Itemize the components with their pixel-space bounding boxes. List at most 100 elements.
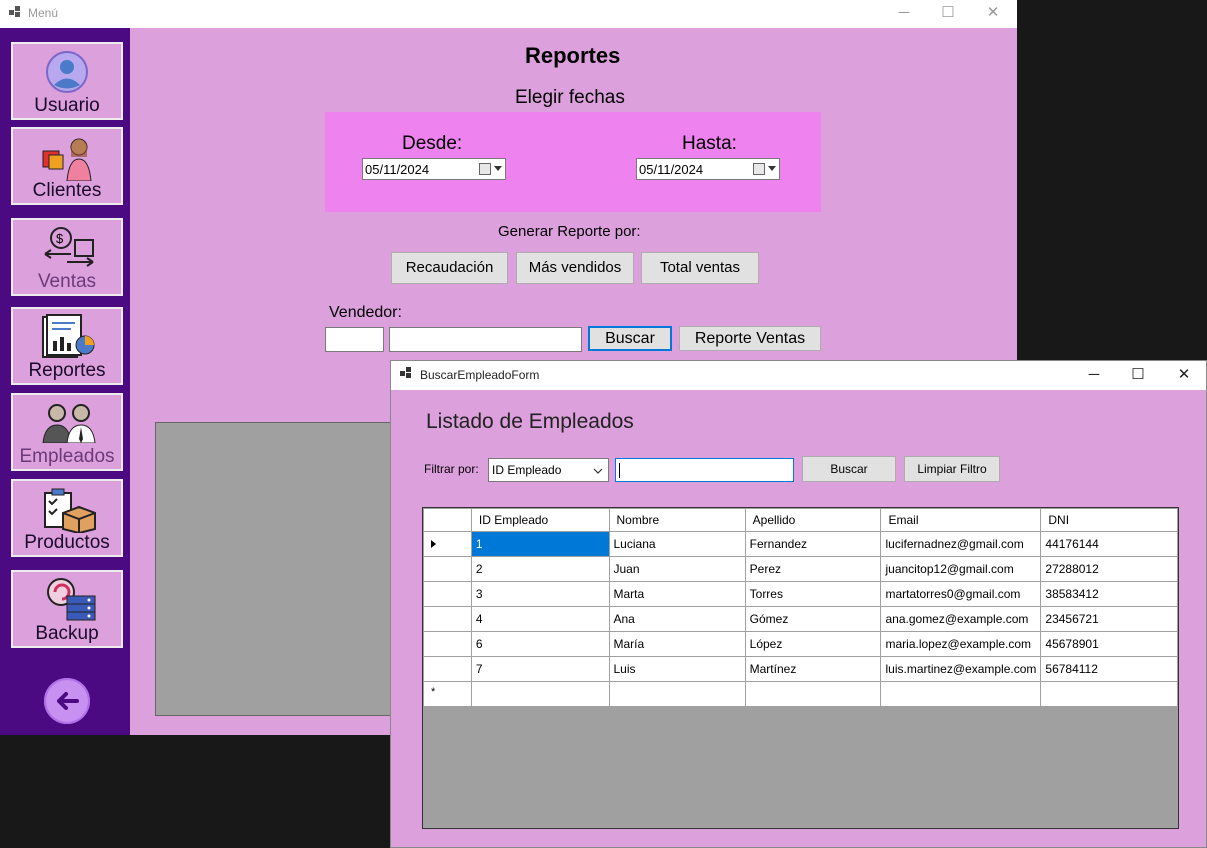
vendedor-id-field[interactable] [325,327,384,352]
table-row[interactable]: 7 Luis Martínez luis.martinez@example.com 56… [423,656,1178,682]
table-cell[interactable]: Fernandez [744,531,882,557]
row-header[interactable] [423,631,472,657]
table-cell[interactable]: 7 [470,656,610,682]
column-header[interactable]: Apellido [744,508,882,532]
table-row[interactable]: 3 Marta Torres martatorres0@gmail.com 385834… [423,581,1178,607]
table-cell[interactable]: 1 [470,531,610,557]
hasta-label: Hasta: [682,133,737,154]
table-cell[interactable]: 3 [470,581,610,607]
employees-icon [42,404,96,443]
hasta-date-picker[interactable]: 05/11/2024 [636,158,780,180]
sidebar-item-productos[interactable]: Productos [11,479,123,557]
maximize-button[interactable]: ☐ [925,2,971,24]
table-row[interactable]: 4 Ana Gómez ana.gomez@example.com 23456721 [423,606,1178,632]
close-button[interactable]: ✕ [1161,364,1207,386]
table-cell[interactable]: ana.gomez@example.com [880,606,1042,632]
table-cell[interactable] [744,681,882,707]
limpiar-filtro-button[interactable]: Limpiar Filtro [904,456,1000,482]
table-cell[interactable]: Luis [608,656,746,682]
table-cell[interactable]: lucifernadnez@gmail.com [880,531,1042,557]
sidebar-item-reportes[interactable]: Reportes [11,307,123,385]
table-cell[interactable]: María [608,631,746,657]
table-cell[interactable]: Perez [744,556,882,582]
buscar-button[interactable]: Buscar [802,456,896,482]
table-cell[interactable]: 2 [470,556,610,582]
mas-vendidos-button[interactable]: Más vendidos [516,252,634,284]
table-cell[interactable]: 6 [470,631,610,657]
row-header[interactable] [423,531,472,557]
filter-select[interactable]: ID Empleado [488,458,609,482]
table-cell[interactable]: 23456721 [1040,606,1178,632]
table-cell[interactable]: luis.martinez@example.com [880,656,1042,682]
table-cell[interactable]: 56784112 [1040,656,1178,682]
desde-date-picker[interactable]: 05/11/2024 [362,158,506,180]
buscar-vendedor-button[interactable]: Buscar [588,326,672,351]
row-header-corner [423,508,472,532]
column-header[interactable]: Nombre [608,508,746,532]
table-cell[interactable] [880,681,1042,707]
sidebar-item-empleados[interactable]: Empleados [11,393,123,471]
vendedor-nombre-field[interactable] [389,327,582,352]
table-cell[interactable]: Ana [608,606,746,632]
table-cell[interactable]: 45678901 [1040,631,1178,657]
desde-date-value: 05/11/2024 [365,162,430,177]
sidebar-item-ventas[interactable]: $ Ventas [11,218,123,296]
sidebar-item-backup[interactable]: Backup [11,570,123,648]
sidebar-item-clientes[interactable]: Clientes [11,127,123,205]
column-header[interactable]: ID Empleado [470,508,610,532]
backup-icon [47,578,96,621]
back-button[interactable] [44,678,90,724]
row-header[interactable] [423,656,472,682]
sidebar-item-label: Usuario [34,95,100,116]
table-cell[interactable]: Juan [608,556,746,582]
row-header[interactable]: * [423,681,472,707]
table-cell[interactable]: Martínez [744,656,882,682]
table-cell[interactable] [1040,681,1178,707]
header-row: ID Empleado Nombre Apellido Email DNI [423,508,1178,532]
column-header[interactable]: DNI [1040,508,1178,532]
recaudacion-button[interactable]: Recaudación [391,252,508,284]
maximize-button[interactable]: ☐ [1115,364,1161,386]
row-header[interactable] [423,581,472,607]
table-cell[interactable]: 44176144 [1040,531,1178,557]
row-header[interactable] [423,556,472,582]
table-cell[interactable]: juancitop12@gmail.com [880,556,1042,582]
table-row[interactable]: 1 Luciana Fernandez lucifernadnez@gmail.com… [423,531,1178,557]
vendedor-label: Vendedor: [329,304,402,321]
search-input[interactable] [615,458,794,482]
sidebar-item-label: Backup [35,623,99,644]
column-header[interactable]: Email [880,508,1042,532]
filter-label: Filtrar por: [424,462,479,476]
reporte-ventas-button[interactable]: Reporte Ventas [679,326,821,351]
table-cell[interactable]: Gómez [744,606,882,632]
table-cell[interactable]: López [744,631,882,657]
chevron-down-icon [494,166,502,171]
page-title: Reportes [525,43,621,68]
table-cell[interactable]: martatorres0@gmail.com [880,581,1042,607]
filter-selected-value: ID Empleado [492,463,562,477]
table-cell[interactable]: Torres [744,581,882,607]
sidebar-item-usuario[interactable]: Usuario [11,42,123,120]
table-cell[interactable]: Marta [608,581,746,607]
table-row[interactable]: 6 María López maria.lopez@example.com 456789… [423,631,1178,657]
minimize-button[interactable]: ─ [1071,364,1117,386]
close-button[interactable]: ✕ [970,2,1016,24]
table-cell[interactable]: maria.lopez@example.com [880,631,1042,657]
table-cell[interactable]: 27288012 [1040,556,1178,582]
chevron-down-icon [768,166,776,171]
app-icon [9,6,21,18]
table-cell[interactable] [608,681,746,707]
table-cell[interactable]: 38583412 [1040,581,1178,607]
new-row[interactable]: * [423,681,1178,707]
table-row[interactable]: 2 Juan Perez juancitop12@gmail.com 27288012 [423,556,1178,582]
total-ventas-button[interactable]: Total ventas [641,252,759,284]
shopper-icon [42,138,92,181]
table-cell[interactable]: Luciana [608,531,746,557]
table-cell[interactable]: 4 [470,606,610,632]
row-header[interactable] [423,606,472,632]
minimize-button[interactable]: ─ [881,2,927,24]
employees-grid[interactable]: ID Empleado Nombre Apellido Email DNI 1L… [422,507,1179,829]
table-cell[interactable] [470,681,610,707]
calendar-icon [479,163,491,175]
dialog-heading: Listado de Empleados [426,410,634,433]
